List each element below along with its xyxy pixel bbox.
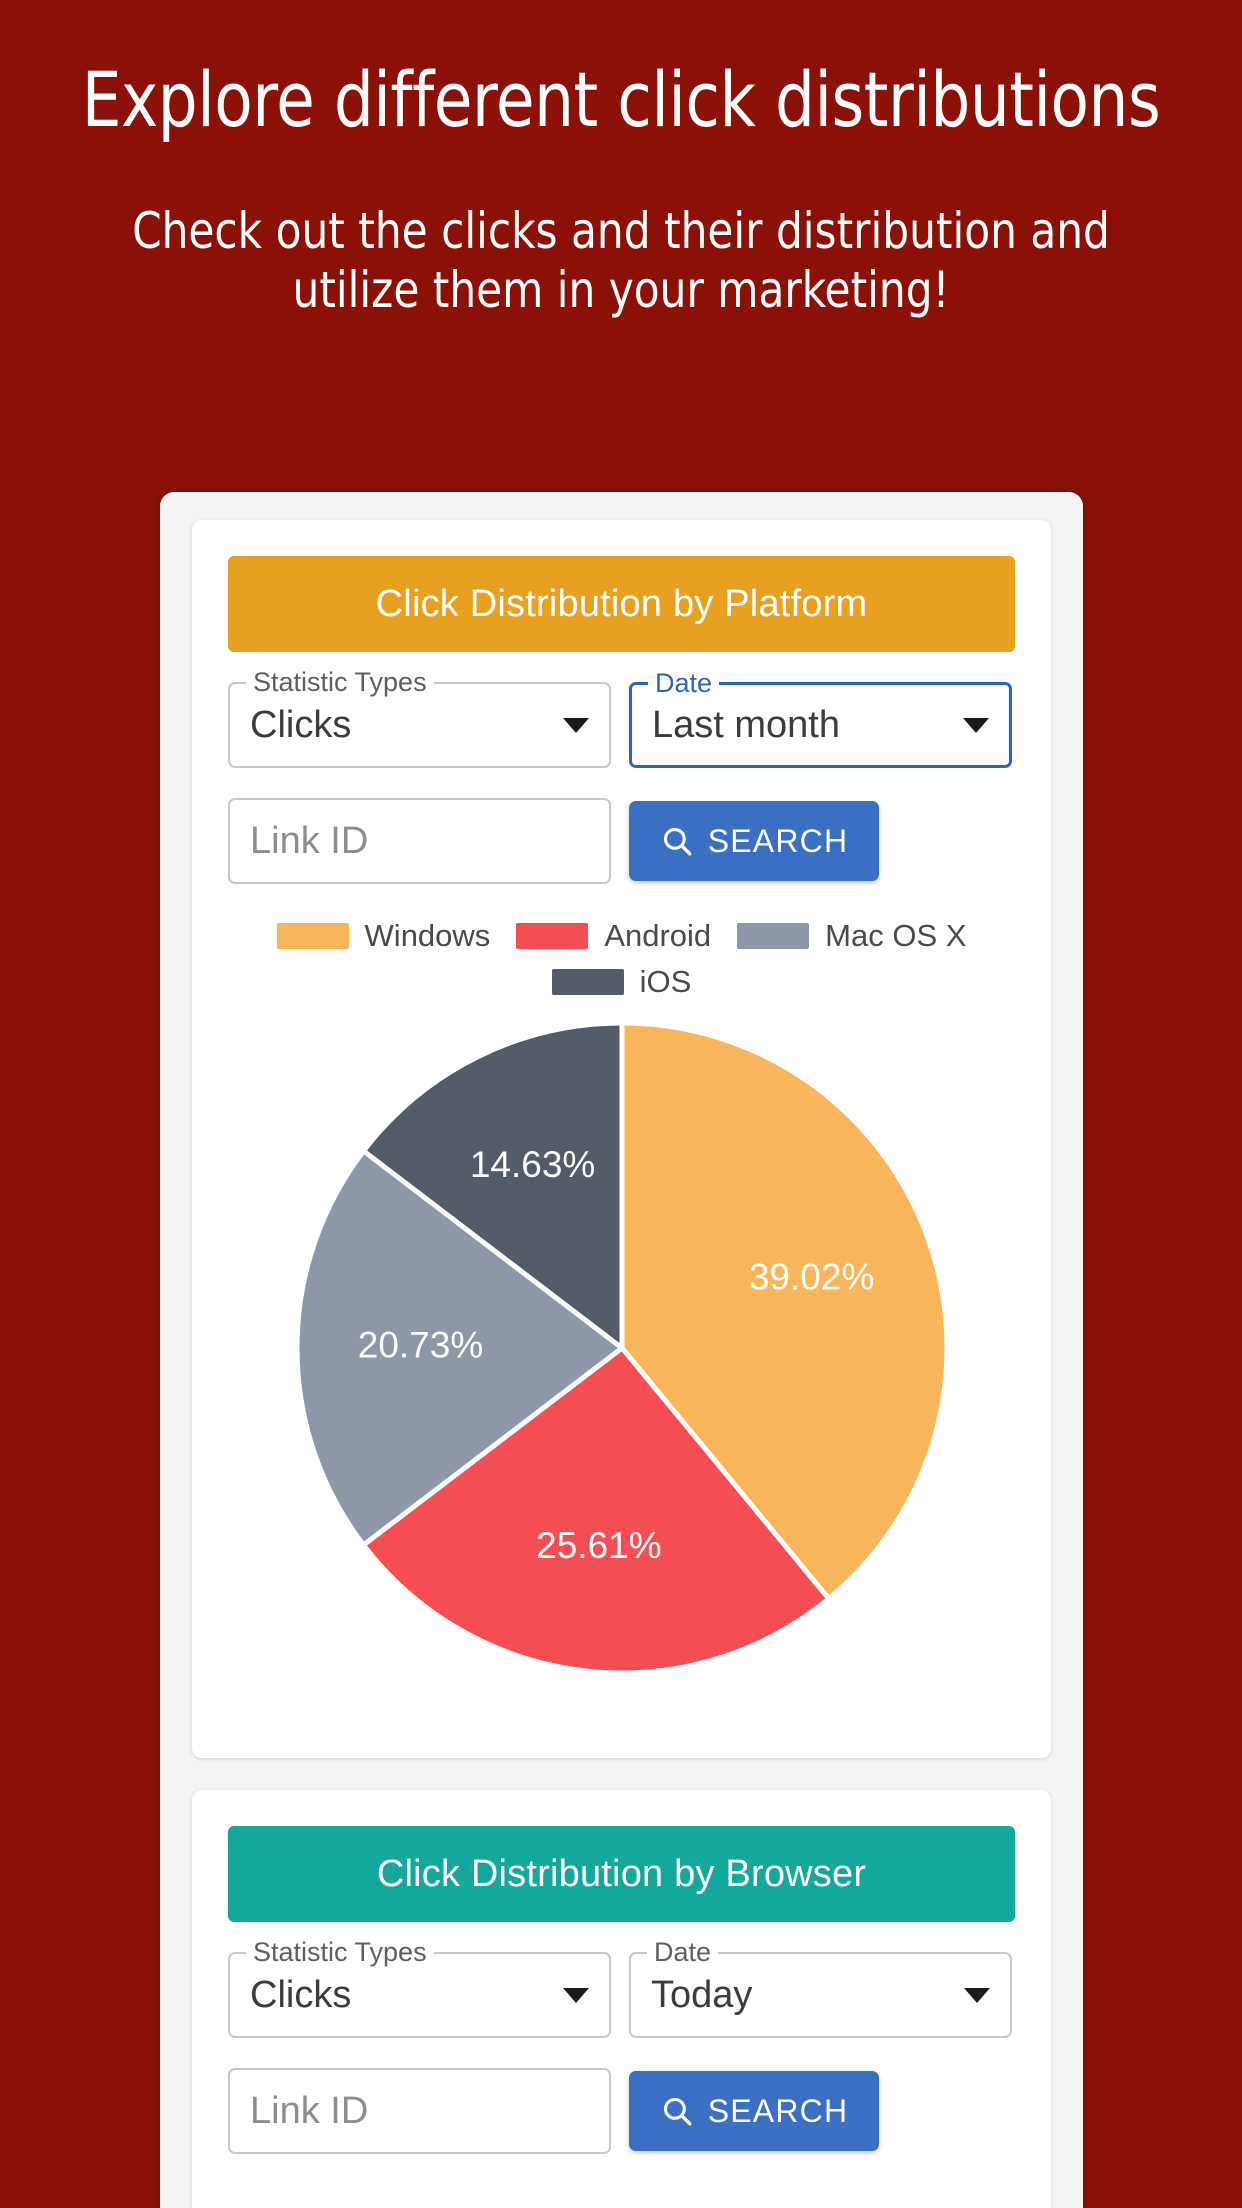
pie-value-label-mac-os-x: 20.73% <box>357 1325 483 1366</box>
chevron-down-icon <box>563 1987 589 2003</box>
platform-link-id-input[interactable]: Link ID <box>228 798 611 884</box>
browser-date-select[interactable]: Date Today <box>629 1939 1012 2038</box>
platform-form-row-2: Link ID SEARCH <box>228 798 1015 884</box>
platform-statistic-types-select[interactable]: Statistic Types Clicks <box>228 669 611 768</box>
browser-statistic-types-select[interactable]: Statistic Types Clicks <box>228 1939 611 2038</box>
legend-swatch-ios <box>551 969 624 995</box>
pie-value-label-ios: 14.63% <box>469 1144 595 1185</box>
browser-search-button[interactable]: SEARCH <box>629 2071 879 2151</box>
pie-chart[interactable]: 39.02% 25.61% 20.73% 14.63% <box>282 1012 962 1684</box>
chevron-down-icon <box>964 1987 990 2003</box>
pie-legend: Windows Android Mac OS X iOS <box>192 918 1051 1000</box>
browser-statistic-types-value: Clicks <box>250 1973 352 2016</box>
platform-date-value: Last month <box>652 703 840 746</box>
browser-date-value: Today <box>651 1973 753 2016</box>
browser-link-id-input[interactable]: Link ID <box>228 2068 611 2154</box>
platform-date-select[interactable]: Date Last month <box>629 670 1012 768</box>
legend-second-row: iOS <box>212 964 1031 1000</box>
browser-link-id-placeholder: Link ID <box>250 2089 369 2132</box>
browser-distribution-card: Click Distribution by Browser Statistic … <box>192 1790 1051 2208</box>
platform-form-row-1: Statistic Types Clicks Date Last month <box>228 669 1015 768</box>
platform-link-id-placeholder: Link ID <box>250 819 369 862</box>
platform-statistic-types-label: Statistic Types <box>246 669 434 696</box>
search-icon <box>663 827 692 856</box>
browser-form-row-2: Link ID SEARCH <box>228 2068 1015 2154</box>
platform-statistic-types-value: Clicks <box>250 703 352 746</box>
app-root: Explore different click distributions Ch… <box>0 0 1242 2208</box>
platform-search-button[interactable]: SEARCH <box>629 801 879 881</box>
pie-value-label-android: 25.61% <box>536 1525 662 1566</box>
legend-item-macosx[interactable]: Mac OS X <box>737 918 966 954</box>
browser-card-header: Click Distribution by Browser <box>228 1826 1015 1922</box>
platform-search-label: SEARCH <box>707 822 849 859</box>
chevron-down-icon <box>563 717 589 733</box>
platform-distribution-card: Click Distribution by Platform Statistic… <box>192 520 1051 1758</box>
platform-form: Statistic Types Clicks Date Last month L… <box>192 669 1051 884</box>
browser-date-label: Date <box>647 1939 719 1966</box>
chevron-down-icon <box>963 717 989 733</box>
pie-value-label-windows: 39.02% <box>748 1257 874 1298</box>
browser-search-label: SEARCH <box>707 2092 849 2129</box>
browser-form: Statistic Types Clicks Date Today Link I… <box>192 1939 1051 2154</box>
hero-section: Explore different click distributions Ch… <box>0 0 1242 320</box>
legend-swatch-android <box>516 923 589 949</box>
legend-label-android: Android <box>604 918 712 953</box>
legend-item-android[interactable]: Android <box>516 918 711 954</box>
pie-chart-container: 39.02% 25.61% 20.73% 14.63% <box>192 1012 1051 1684</box>
legend-item-ios[interactable]: iOS <box>551 964 692 1000</box>
cards-panel: Click Distribution by Platform Statistic… <box>160 492 1083 2208</box>
platform-card-header: Click Distribution by Platform <box>228 556 1015 652</box>
legend-label-macosx: Mac OS X <box>825 918 967 953</box>
browser-statistic-types-label: Statistic Types <box>246 1939 434 1966</box>
browser-form-row-1: Statistic Types Clicks Date Today <box>228 1939 1015 2038</box>
legend-swatch-windows <box>276 923 349 949</box>
legend-item-windows[interactable]: Windows <box>276 918 491 954</box>
legend-label-ios: iOS <box>639 964 692 999</box>
platform-date-label: Date <box>648 670 720 697</box>
search-icon <box>663 2097 692 2126</box>
legend-label-windows: Windows <box>364 918 491 953</box>
legend-swatch-macosx <box>737 923 810 949</box>
page-title: Explore different click distributions <box>81 55 1161 144</box>
page-subtitle: Check out the clicks and their distribut… <box>132 202 1110 319</box>
